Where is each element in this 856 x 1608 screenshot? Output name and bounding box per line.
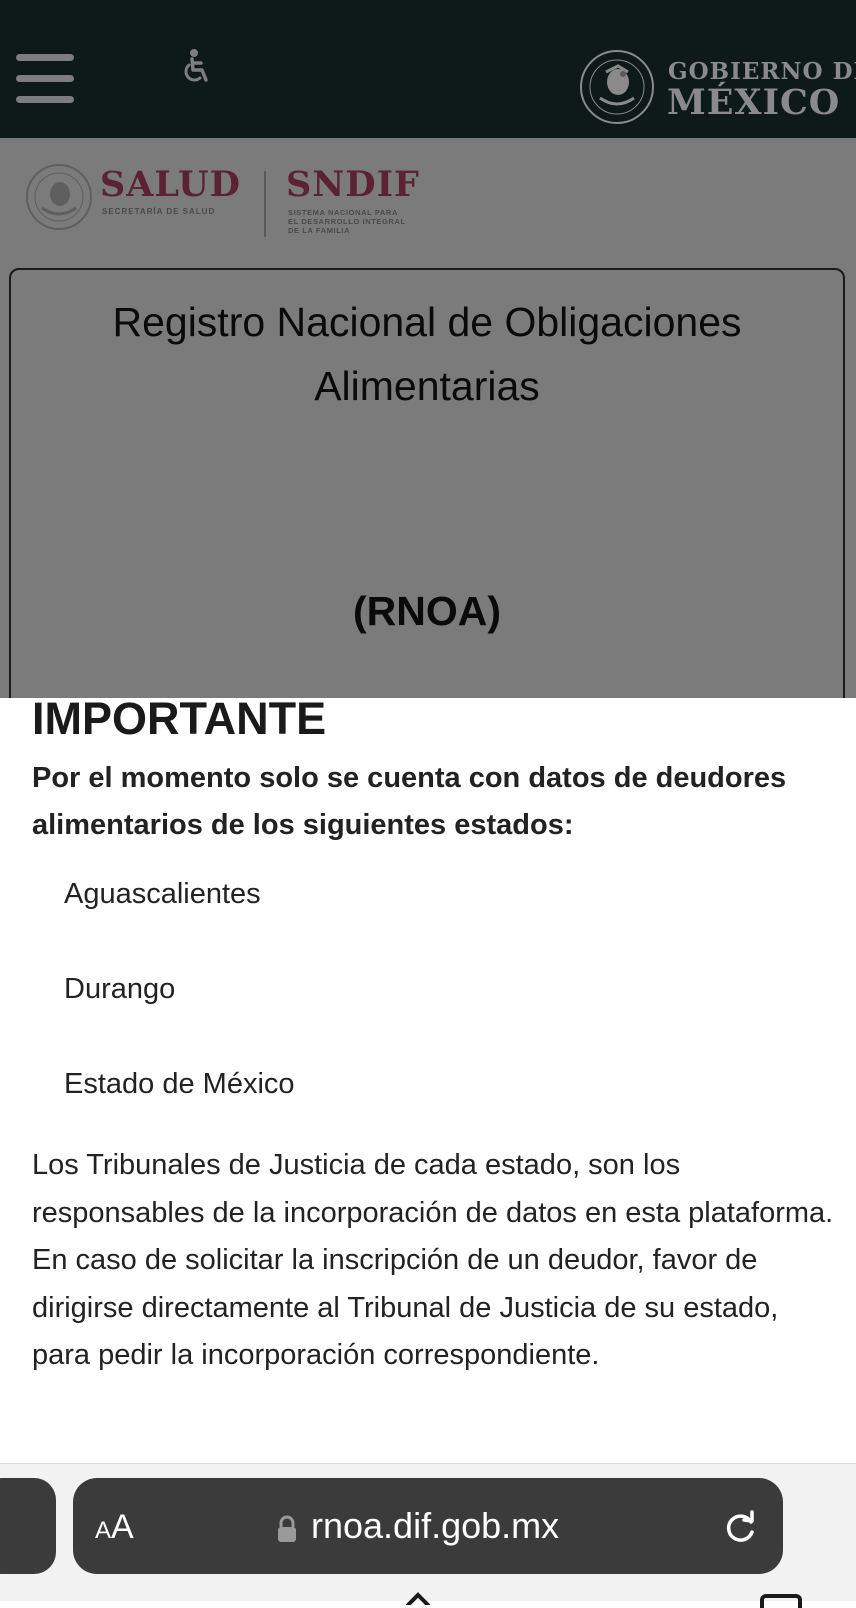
modal-subheading: Por el momento solo se cuenta con datos …	[32, 762, 787, 841]
state-list-item: Durango	[64, 973, 176, 1005]
important-notice-modal[interactable]: IMPORTANTE Por el momento solo se cuenta…	[0, 698, 856, 1463]
page-background: SALUD SECRETARÍA DE SALUD SNDIF SISTEMA …	[0, 138, 856, 698]
sndif-subtitle: SISTEMA NACIONAL PARA EL DESARROLLO INTE…	[288, 208, 406, 235]
hamburger-menu-icon[interactable]	[16, 54, 74, 104]
page-title-line: Alimentarias	[314, 363, 540, 409]
reload-icon[interactable]	[721, 1508, 759, 1546]
rnoa-title-card: Registro Nacional de Obligaciones Alimen…	[9, 268, 845, 698]
url-text[interactable]: rnoa.dif.gob.mx	[311, 1505, 559, 1547]
page-title-line: Registro Nacional de Obligaciones	[112, 299, 742, 345]
sndif-logo-text: SNDIF	[286, 164, 420, 205]
previous-tab-pill[interactable]	[0, 1478, 56, 1574]
sndif-subtitle-line: EL DESARROLLO INTEGRAL	[288, 217, 406, 226]
browser-toolbar: AA rnoa.dif.gob.mx	[0, 1463, 856, 1608]
salud-logo-text: SALUD	[100, 164, 242, 205]
modal-heading: IMPORTANTE	[32, 698, 327, 744]
state-list-item: Estado de México	[64, 1068, 295, 1100]
sndif-subtitle-line: DE LA FAMILIA	[288, 226, 351, 235]
text-size-small-glyph: A	[95, 1517, 112, 1544]
share-icon[interactable]	[404, 1591, 432, 1605]
lock-icon	[278, 1515, 296, 1542]
top-navbar: GOBIERNO DE MÉXICO	[0, 0, 856, 138]
gobierno-de-text: GOBIERNO DE	[668, 58, 856, 85]
text-size-button[interactable]: AA	[95, 1508, 134, 1547]
mexico-text: MÉXICO	[667, 82, 841, 123]
tabs-icon[interactable]	[760, 1594, 802, 1608]
salud-subtitle: SECRETARÍA DE SALUD	[102, 207, 216, 216]
sndif-subtitle-line: SISTEMA NACIONAL PARA	[288, 208, 398, 217]
salud-seal-icon	[26, 164, 92, 230]
wheelchair-accessibility-icon[interactable]	[180, 48, 212, 84]
logo-divider	[264, 171, 266, 237]
page-title-abbreviation: (RNOA)	[352, 588, 502, 634]
text-size-big-glyph: A	[111, 1508, 134, 1546]
modal-paragraph: Los Tribunales de Justicia de cada estad…	[32, 1149, 834, 1371]
page-title: Registro Nacional de Obligaciones Alimen…	[31, 290, 823, 418]
address-bar[interactable]: AA rnoa.dif.gob.mx	[73, 1478, 783, 1574]
state-list-item: Aguascalientes	[64, 878, 261, 910]
coat-of-arms-seal-icon	[580, 50, 654, 124]
